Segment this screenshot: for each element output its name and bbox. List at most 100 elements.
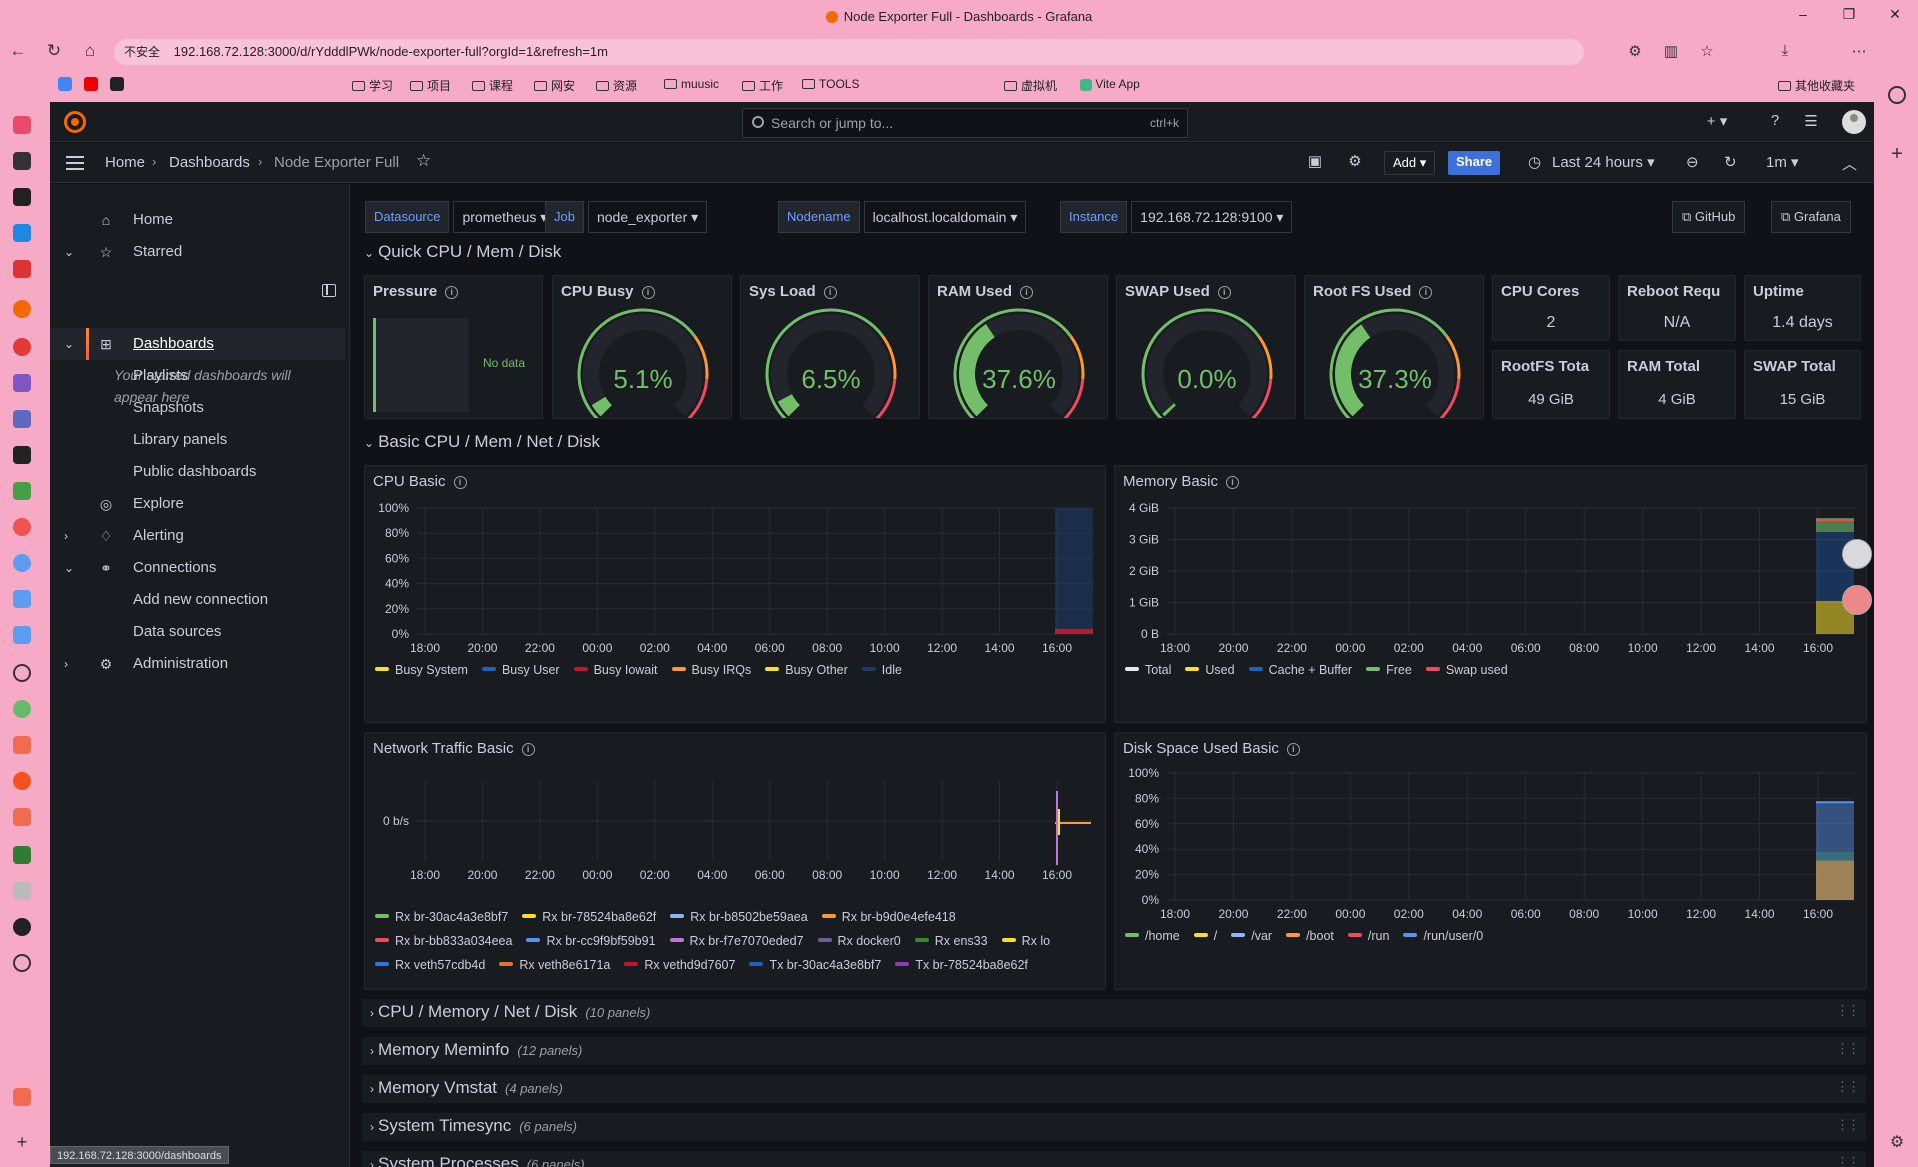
legend-item[interactable]: Tx br-78524ba8e62f bbox=[895, 953, 1028, 977]
legend-item[interactable]: Free bbox=[1366, 663, 1412, 677]
tab-favicon-icon[interactable] bbox=[13, 590, 31, 608]
chevron-down-icon[interactable]: ⌄ bbox=[64, 552, 74, 584]
new-plus-icon[interactable]: + ▾ bbox=[1706, 112, 1728, 130]
bookmark-folder[interactable]: 工作 bbox=[742, 77, 783, 94]
tab-favicon-icon[interactable] bbox=[13, 260, 31, 278]
row-collapsed[interactable]: › System Timesync (6 panels) ⋮⋮ bbox=[362, 1113, 1866, 1141]
tab-favicon-icon[interactable] bbox=[13, 1088, 31, 1106]
reload-icon[interactable]: ↻ bbox=[42, 41, 66, 61]
tab-favicon-icon[interactable] bbox=[13, 918, 31, 936]
drag-handle-icon[interactable]: ⋮⋮ bbox=[1836, 1041, 1860, 1057]
security-warning[interactable]: 不安全 bbox=[124, 45, 160, 59]
legend-item[interactable]: /home bbox=[1125, 929, 1180, 943]
sidebar-item-snapshots[interactable]: Snapshots bbox=[50, 392, 345, 424]
github-icon[interactable] bbox=[110, 77, 124, 91]
legend-item[interactable]: /var bbox=[1231, 929, 1272, 943]
bookmark-folder[interactable]: 项目 bbox=[410, 77, 451, 94]
google-icon[interactable] bbox=[58, 77, 72, 91]
sidebar-item-connections[interactable]: ⌄ ⚭ Connections bbox=[50, 552, 345, 584]
sidebar-item-library-panels[interactable]: Library panels bbox=[50, 424, 345, 456]
sidebar-item-playlists[interactable]: Playlists bbox=[50, 360, 345, 392]
add-button[interactable]: Add ▾ bbox=[1384, 151, 1436, 175]
bookmark-folder[interactable]: 学习 bbox=[352, 77, 393, 94]
drag-handle-icon[interactable]: ⋮⋮ bbox=[1836, 1079, 1860, 1095]
legend-item[interactable]: Rx br-bb833a034eea bbox=[375, 929, 512, 953]
settings-gear-icon[interactable]: ⚙ bbox=[1344, 152, 1366, 170]
tab-favicon-icon[interactable] bbox=[13, 808, 31, 826]
row-collapsed[interactable]: › Memory Meminfo (12 panels) ⋮⋮ bbox=[362, 1037, 1866, 1065]
panel-cpu-basic[interactable]: CPU Basic i 100% 80% 60% 40% 20% 0% 18:00 20:00 2… bbox=[364, 465, 1106, 723]
tab-favicon-icon[interactable] bbox=[13, 554, 31, 572]
news-rss-icon[interactable]: ☰ bbox=[1800, 112, 1822, 130]
legend-item[interactable]: /boot bbox=[1286, 929, 1334, 943]
bookmark-folder[interactable]: 课程 bbox=[472, 77, 513, 94]
panel-memory-basic[interactable]: Memory Basic i 4 GiB 3 GiB 2 GiB 1 GiB 0 B 18:… bbox=[1114, 465, 1867, 723]
legend-item[interactable]: Busy IRQs bbox=[671, 663, 751, 677]
tab-favicon-icon[interactable] bbox=[13, 736, 31, 754]
bookmark-folder[interactable]: 网安 bbox=[534, 77, 575, 94]
row-collapsed[interactable]: › Memory Vmstat (4 panels) ⋮⋮ bbox=[362, 1075, 1866, 1103]
tab-favicon-icon[interactable] bbox=[13, 482, 31, 500]
minimize-button[interactable]: – bbox=[1788, 6, 1818, 22]
favorites-icon[interactable]: ☆ bbox=[1696, 42, 1718, 60]
legend-item[interactable]: Rx ens33 bbox=[914, 929, 988, 953]
search-input[interactable]: Search or jump to... ctrl+k bbox=[742, 108, 1188, 138]
legend-item[interactable]: Busy Iowait bbox=[573, 663, 658, 677]
breadcrumb-home[interactable]: Home bbox=[105, 154, 145, 171]
restore-button[interactable]: ❐ bbox=[1834, 6, 1864, 23]
tab-favicon-icon[interactable] bbox=[13, 300, 31, 318]
row-basic[interactable]: ⌄ Basic CPU / Mem / Net / Disk bbox=[364, 432, 600, 452]
legend-item[interactable]: Cache + Buffer bbox=[1248, 663, 1352, 677]
variable-instance[interactable]: Instance 192.168.72.128:9100 ▾ bbox=[1060, 201, 1293, 233]
legend-item[interactable]: Rx br-f7e7070eded7 bbox=[669, 929, 804, 953]
legend-item[interactable]: Rx br-30ac4a3e8bf7 bbox=[375, 905, 508, 929]
collapse-up-icon[interactable]: ︿ bbox=[1842, 153, 1857, 174]
sidebar-item-public-dashboards[interactable]: Public dashboards bbox=[50, 456, 345, 488]
tab-favicon-icon[interactable] bbox=[13, 338, 31, 356]
breadcrumb-dashboards[interactable]: Dashboards bbox=[169, 154, 250, 171]
more-icon[interactable]: ⋯ bbox=[1848, 42, 1870, 60]
bookmark-folder[interactable]: 资源 bbox=[596, 77, 637, 94]
other-bookmarks[interactable]: 其他收藏夹 bbox=[1778, 77, 1855, 94]
drag-handle-icon[interactable]: ⋮⋮ bbox=[1836, 1117, 1860, 1133]
star-icon[interactable]: ☆ bbox=[416, 151, 431, 171]
panel-stat[interactable]: CPU Cores 2 bbox=[1492, 275, 1610, 341]
bookmark-folder[interactable]: TOOLS bbox=[802, 77, 859, 91]
legend-item[interactable]: /run bbox=[1347, 929, 1389, 943]
close-window-button[interactable]: ✕ bbox=[1880, 6, 1910, 23]
search-sidebar-icon[interactable] bbox=[1888, 86, 1906, 104]
legend-item[interactable]: Rx lo bbox=[1001, 929, 1050, 953]
legend-item[interactable]: Busy Other bbox=[765, 663, 848, 677]
new-tab-icon[interactable]: + bbox=[13, 1133, 31, 1152]
dock-menu-icon[interactable] bbox=[322, 284, 336, 297]
variable-job[interactable]: Job node_exporter ▾ bbox=[545, 201, 708, 233]
tab-favicon-icon[interactable] bbox=[13, 374, 31, 392]
avatar[interactable] bbox=[1842, 110, 1866, 134]
panel-network-basic[interactable]: Network Traffic Basic i 0 b/s 18:00 20:00 22… bbox=[364, 732, 1106, 990]
help-icon[interactable]: ? bbox=[1764, 112, 1786, 129]
info-icon[interactable]: i bbox=[445, 286, 459, 299]
panel-stat[interactable]: Uptime 1.4 days bbox=[1744, 275, 1861, 341]
tab-favicon-icon[interactable] bbox=[13, 846, 31, 864]
legend-item[interactable]: / bbox=[1193, 929, 1217, 943]
legend-item[interactable]: Used bbox=[1185, 663, 1235, 677]
sidebar-item-add-connection[interactable]: Add new connection bbox=[50, 584, 345, 616]
panel-stat[interactable]: SWAP Total 15 GiB bbox=[1744, 350, 1861, 419]
sidebar-item-explore[interactable]: ◎ Explore bbox=[50, 488, 345, 520]
variable-datasource[interactable]: Datasource prometheus ▾ bbox=[365, 201, 557, 233]
row-collapsed[interactable]: › CPU / Memory / Net / Disk (10 panels) ⋮⋮ bbox=[362, 999, 1866, 1027]
legend-item[interactable]: Rx vethd9d7607 bbox=[624, 953, 735, 977]
legend-item[interactable]: Swap used bbox=[1425, 663, 1508, 677]
panel-stat[interactable]: RAM Total 4 GiB bbox=[1618, 350, 1736, 419]
save-icon[interactable]: ▣ bbox=[1304, 152, 1326, 170]
grafana-link-button[interactable]: ⧉ Grafana bbox=[1771, 201, 1851, 233]
tab-favicon-icon[interactable] bbox=[13, 772, 31, 790]
add-sidebar-icon[interactable]: + bbox=[1888, 144, 1906, 164]
chevron-right-icon[interactable]: › bbox=[64, 648, 68, 680]
time-range-picker[interactable]: Last 24 hours ▾ bbox=[1552, 153, 1655, 171]
back-icon[interactable]: ← bbox=[6, 41, 30, 61]
panel-gauge[interactable]: SWAP Used i 0.0% bbox=[1116, 275, 1296, 419]
chevron-down-icon[interactable]: ⌄ bbox=[64, 236, 74, 268]
tab-favicon-icon[interactable] bbox=[13, 446, 31, 464]
sidebar-item-starred[interactable]: ⌄ ☆ Starred bbox=[50, 236, 345, 268]
